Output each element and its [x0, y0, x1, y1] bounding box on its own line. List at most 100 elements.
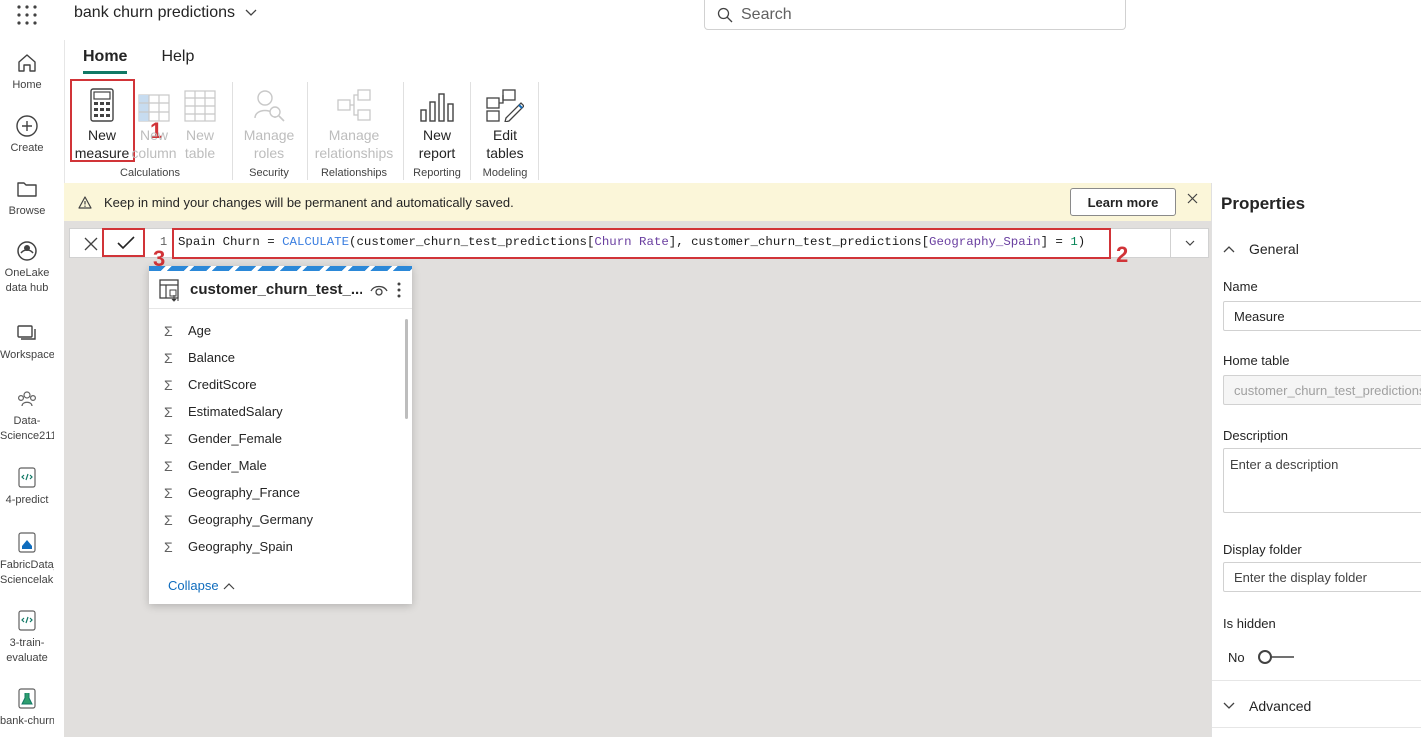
- field-item[interactable]: Σ Geography_France: [149, 479, 412, 506]
- field-item[interactable]: Σ EstimatedSalary: [149, 398, 412, 425]
- nav-4-predict[interactable]: 4-predict: [0, 465, 54, 508]
- scrollbar-thumb[interactable]: [405, 319, 408, 419]
- relationships-icon: [313, 86, 395, 122]
- app-title-dropdown[interactable]: bank churn predictions: [74, 4, 257, 22]
- close-icon[interactable]: [1187, 193, 1198, 204]
- learn-more-button[interactable]: Learn more: [1070, 188, 1176, 216]
- home-table-input: [1223, 375, 1421, 405]
- nav-3-train-evaluate[interactable]: 3-train- evaluate: [0, 608, 54, 666]
- new-table-button[interactable]: New table: [179, 86, 221, 162]
- tab-help[interactable]: Help: [161, 48, 194, 74]
- sigma-icon: Σ: [164, 511, 173, 528]
- field-item[interactable]: Σ Gender_Female: [149, 425, 412, 452]
- field-item[interactable]: Σ Geography_Spain: [149, 533, 412, 560]
- nav-bank-churn[interactable]: bank-churn-: [0, 686, 54, 729]
- notification-text: Keep in mind your changes will be perman…: [104, 194, 514, 210]
- search-icon: [717, 7, 733, 22]
- name-input[interactable]: [1223, 301, 1421, 331]
- field-item[interactable]: Σ Age: [149, 317, 412, 344]
- field-item[interactable]: Σ Balance: [149, 344, 412, 371]
- description-input[interactable]: [1223, 448, 1421, 513]
- search-input[interactable]: [741, 5, 1101, 24]
- warning-icon: [78, 195, 92, 209]
- tab-home[interactable]: Home: [83, 48, 128, 74]
- sigma-icon: Σ: [164, 484, 173, 501]
- is-hidden-label: Is hidden: [1223, 616, 1276, 631]
- column-icon: [131, 86, 177, 122]
- home-table-label: Home table: [1223, 353, 1290, 368]
- general-section-toggle[interactable]: General: [1223, 241, 1299, 257]
- group-security: Security: [249, 167, 289, 179]
- manage-roles-button[interactable]: Manage roles: [240, 86, 298, 162]
- display-folder-label: Display folder: [1223, 542, 1302, 557]
- left-nav: Home Create Browse OneLake data hub Work…: [0, 40, 54, 737]
- experiment-icon: [14, 686, 40, 712]
- highlight-formula: [172, 228, 1111, 259]
- new-report-button[interactable]: New report: [411, 86, 463, 162]
- ribbon-separator: [232, 82, 233, 180]
- field-item[interactable]: Σ CreditScore: [149, 371, 412, 398]
- ribbon-tabs: Home Help: [83, 48, 194, 74]
- nav-workspaces[interactable]: Workspaces: [0, 320, 54, 363]
- field-item[interactable]: Σ Gender_Male: [149, 452, 412, 479]
- group-reporting: Reporting: [413, 167, 461, 179]
- new-column-button[interactable]: New column: [131, 86, 177, 162]
- name-label: Name: [1223, 279, 1258, 294]
- group-relationships: Relationships: [320, 167, 388, 179]
- workspaces-icon: [14, 320, 40, 346]
- plus-circle-icon: [14, 113, 40, 139]
- chevron-up-icon: [223, 582, 235, 589]
- highlight-new-measure: [70, 79, 135, 162]
- advanced-section-toggle[interactable]: Advanced: [1223, 698, 1311, 714]
- onelake-icon: [14, 238, 40, 264]
- sigma-icon: Σ: [164, 430, 173, 447]
- collapse-link[interactable]: Collapse: [168, 578, 235, 593]
- properties-divider: [1212, 727, 1421, 728]
- is-hidden-value: No: [1228, 649, 1245, 665]
- app-launcher-icon[interactable]: [16, 4, 38, 26]
- table-icon: [179, 86, 221, 122]
- group-calculations: Calculations: [120, 167, 180, 179]
- nav-browse[interactable]: Browse: [0, 176, 54, 219]
- display-folder-input[interactable]: [1223, 562, 1421, 592]
- sigma-icon: Σ: [164, 376, 173, 393]
- properties-divider: [1212, 680, 1421, 681]
- field-list-popup: customer_churn_test_... Σ Age Σ Balance ΣC…: [149, 266, 412, 604]
- ribbon-separator: [307, 82, 308, 180]
- sigma-icon: Σ: [164, 457, 173, 474]
- nav-create[interactable]: Create: [0, 113, 54, 156]
- field-item[interactable]: Σ Geography_Germany: [149, 506, 412, 533]
- popup-header: customer_churn_test_...: [149, 271, 412, 309]
- folder-icon: [14, 176, 40, 202]
- cancel-formula-icon[interactable]: [84, 237, 98, 251]
- nav-home[interactable]: Home: [0, 50, 54, 93]
- chevron-down-icon: [1185, 240, 1194, 246]
- notebook-icon: [14, 465, 40, 491]
- sigma-icon: Σ: [164, 349, 173, 366]
- ribbon-separator: [538, 82, 539, 180]
- nav-data-science211[interactable]: Data- Science211: [0, 386, 54, 444]
- chevron-up-icon: [1223, 246, 1235, 253]
- nav-onelake[interactable]: OneLake data hub: [0, 238, 54, 296]
- nav-fabric-lakehouse[interactable]: FabricData_ Sciencelak...: [0, 530, 54, 588]
- home-icon: [14, 50, 40, 76]
- search-box[interactable]: [704, 0, 1126, 30]
- manage-relationships-button[interactable]: Manage relationships: [313, 86, 395, 162]
- visibility-icon[interactable]: [370, 283, 388, 297]
- sigma-icon: Σ: [164, 322, 173, 339]
- description-label: Description: [1223, 428, 1289, 443]
- is-hidden-toggle[interactable]: No: [1228, 649, 1295, 665]
- sigma-icon: Σ: [164, 538, 173, 555]
- ribbon-separator: [403, 82, 404, 180]
- field-list: Σ Age Σ Balance Σ CreditScore Σ EstimatedSal…: [149, 309, 412, 560]
- person-search-icon: [240, 86, 298, 122]
- group-modeling: Modeling: [482, 167, 528, 179]
- more-options-icon[interactable]: [396, 281, 402, 299]
- toggle-switch-icon: [1257, 650, 1294, 664]
- ribbon: Home Help New measure 1 New column New t…: [64, 40, 1421, 183]
- chevron-down-icon: [245, 9, 257, 16]
- popup-title: customer_churn_test_...: [190, 281, 362, 298]
- edit-tables-button[interactable]: Edit tables: [479, 86, 531, 162]
- table-refresh-icon: [159, 278, 179, 302]
- expand-formula-button[interactable]: [1170, 229, 1208, 257]
